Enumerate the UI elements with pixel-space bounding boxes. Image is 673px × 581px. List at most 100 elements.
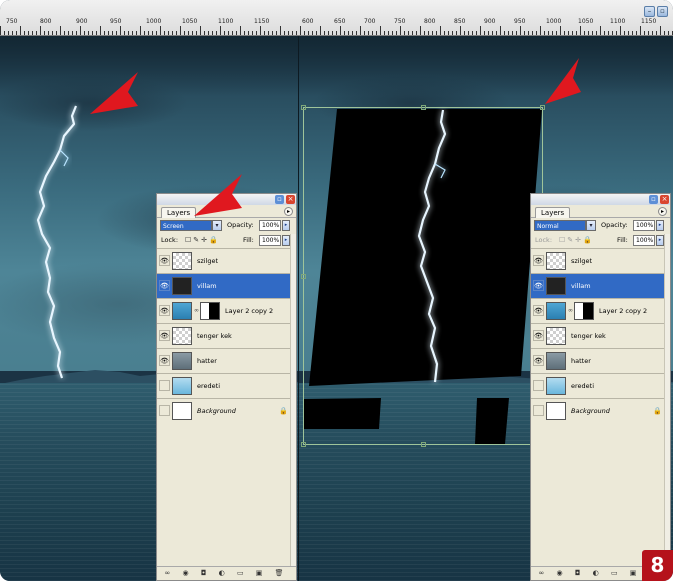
layer-row[interactable]: eredeti [531,373,670,398]
eye-icon[interactable]: 👁 [533,355,544,366]
restore-icon[interactable]: ▫ [657,6,668,17]
ruler-label: 1000 [146,18,162,25]
layer-row[interactable]: 👁 szilget [531,248,670,273]
eye-icon[interactable]: 👁 [159,305,170,316]
eye-icon[interactable]: 👁 [159,330,170,341]
opacity-input[interactable]: 100% [259,220,281,231]
eye-icon[interactable]: 👁 [159,280,170,291]
panel-menu-icon[interactable]: ▸ [284,207,293,216]
opacity-label: Opacity: [227,221,254,229]
layer-row[interactable]: Background 🔒 [157,398,296,423]
layer-thumbnail [546,277,566,295]
blend-opacity-row: Screen ▾ Opacity: 100% ▸ [157,218,296,233]
layer-row[interactable]: 👁 szilget [157,248,296,273]
visibility-toggle[interactable] [159,380,170,391]
layer-name: tenger kek [197,332,232,340]
opacity-slider-icon[interactable]: ▸ [656,220,664,231]
transform-handle[interactable] [301,442,306,447]
layer-row[interactable]: Background 🔒 [531,398,670,423]
layer-row-selected[interactable]: 👁 villam [531,273,670,298]
ruler-label: 650 [334,18,346,25]
ruler-ticks [0,25,673,35]
layer-thumbnail [546,377,566,395]
ruler-label: 1150 [254,18,270,25]
eye-icon[interactable]: 👁 [533,255,544,266]
eye-icon[interactable]: 👁 [533,305,544,316]
link-icon[interactable]: ∞ [194,307,199,314]
layer-mask-thumbnail[interactable] [200,302,220,320]
layer-name: Background [197,407,236,415]
fill-input[interactable]: 100% [633,235,655,246]
layer-row[interactable]: 👁 tenger kek [531,323,670,348]
blend-mode-select[interactable]: Screen [160,220,212,231]
layer-mask-thumbnail[interactable] [574,302,594,320]
visibility-toggle[interactable] [533,405,544,416]
layer-thumbnail [172,352,192,370]
layer-name: tenger kek [571,332,606,340]
layers-scrollbar[interactable] [290,234,296,566]
blend-opacity-row: Normal ▾ Opacity: 100% ▸ [531,218,670,233]
eye-icon[interactable]: 👁 [159,355,170,366]
chevron-down-icon[interactable]: ▾ [212,220,222,231]
tab-layers[interactable]: Layers [535,207,571,218]
panel-menu-icon[interactable]: ▸ [658,207,667,216]
ruler-label: 1000 [546,18,562,25]
ruler-label: 950 [514,18,526,25]
tab-layers[interactable]: Layers [161,207,197,218]
eye-icon[interactable]: 👁 [159,255,170,266]
minimize-icon[interactable]: ▫ [649,195,658,204]
lock-fill-row: Lock: ☐✎✛🔒 Fill: 100% ▸ [157,233,296,248]
layers-scrollbar[interactable] [664,234,670,566]
horizontal-ruler: 750 800 900 950 1000 1050 1100 1150 600 … [0,0,673,36]
fill-label: Fill: [617,236,628,244]
transform-handle[interactable] [301,274,306,279]
chevron-down-icon[interactable]: ▾ [586,220,596,231]
transform-handle[interactable] [301,105,306,110]
ruler-label: 1100 [610,18,626,25]
layer-name: Layer 2 copy 2 [225,307,274,315]
transform-bounding-box[interactable] [303,107,543,445]
lock-options-icons[interactable]: ☐✎✛🔒 [559,236,594,244]
ruler-label: 800 [424,18,436,25]
ruler-label: 750 [394,18,406,25]
layer-row[interactable]: 👁 ∞ Layer 2 copy 2 [531,298,670,323]
layer-row[interactable]: 👁 hatter [157,348,296,373]
ruler-label: 800 [40,18,52,25]
fill-slider-icon[interactable]: ▸ [282,235,290,246]
minimize-icon[interactable]: – [644,6,655,17]
layer-row[interactable]: 👁 ∞ Layer 2 copy 2 [157,298,296,323]
layer-thumbnail [172,402,192,420]
layer-row-selected[interactable]: 👁 villam [157,273,296,298]
layer-name: hatter [571,357,591,365]
layer-name: eredeti [571,382,595,390]
visibility-toggle[interactable] [533,380,544,391]
layers-panel-left[interactable]: ▫ × Layers ▸ Screen ▾ Opacity: 100% ▸ Lo… [156,193,297,581]
opacity-input[interactable]: 100% [633,220,655,231]
transform-handle[interactable] [421,442,426,447]
eye-icon[interactable]: 👁 [533,330,544,341]
layer-list: 👁 szilget 👁 villam 👁 ∞ Layer 2 copy 2 👁 … [157,248,296,423]
layer-thumbnail [172,277,192,295]
ruler-label: 1100 [218,18,234,25]
visibility-toggle[interactable] [159,405,170,416]
layers-panel-right[interactable]: ▫ × Layers ▸ Normal ▾ Opacity: 100% ▸ Lo… [530,193,671,581]
close-icon[interactable]: × [286,195,295,204]
lock-label: Lock: [161,236,179,244]
opacity-slider-icon[interactable]: ▸ [282,220,290,231]
ruler-label: 850 [454,18,466,25]
eye-icon[interactable]: 👁 [533,280,544,291]
layer-row[interactable]: eredeti [157,373,296,398]
panel-bottom-toolbar[interactable]: ∞ ◉ ◘ ◐ ▭ ▣ 🗑 [157,566,296,580]
layer-row[interactable]: 👁 hatter [531,348,670,373]
blend-mode-select[interactable]: Normal [534,220,586,231]
transform-handle[interactable] [421,105,426,110]
close-icon[interactable]: × [660,195,669,204]
lock-options-icons[interactable]: ☐✎✛🔒 [185,236,220,244]
panel-titlebar[interactable]: ▫ × [531,194,670,205]
link-icon[interactable]: ∞ [568,307,573,314]
layer-row[interactable]: 👁 tenger kek [157,323,296,348]
minimize-icon[interactable]: ▫ [275,195,284,204]
fill-input[interactable]: 100% [259,235,281,246]
fill-slider-icon[interactable]: ▸ [656,235,664,246]
layer-thumbnail [546,302,566,320]
